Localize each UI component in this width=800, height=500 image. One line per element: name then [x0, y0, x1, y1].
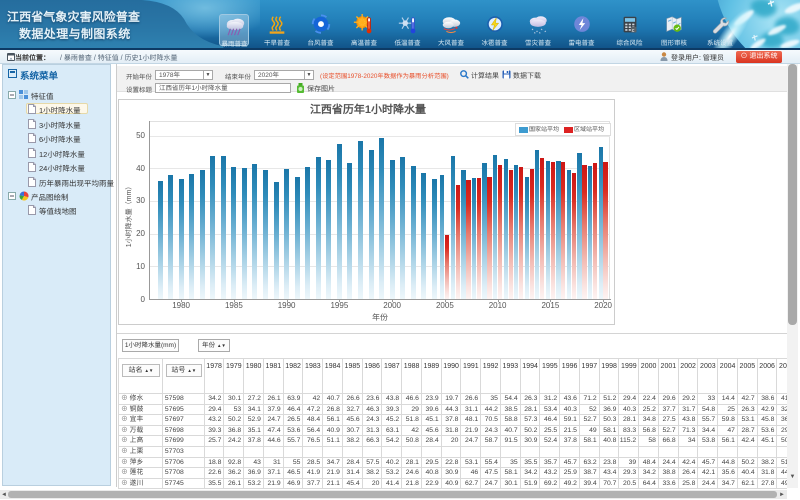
svg-text:*: * — [539, 31, 541, 36]
svg-text:*: * — [536, 29, 538, 34]
svg-text:*: * — [541, 27, 543, 32]
svg-text:*: * — [534, 31, 536, 36]
svg-text:*: * — [544, 29, 546, 34]
